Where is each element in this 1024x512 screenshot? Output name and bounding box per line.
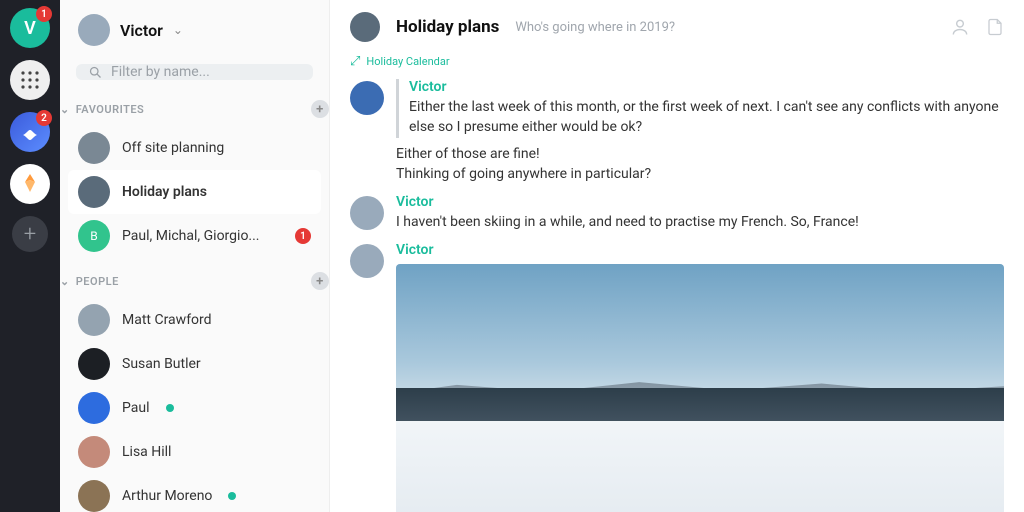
message: Victor I haven't been skiing in a while,…: [350, 194, 1004, 232]
room-title: Holiday plans: [396, 17, 499, 37]
people-header[interactable]: ⌄ PEOPLE +: [60, 266, 329, 298]
badge: 2: [36, 110, 52, 126]
chat-header: Holiday plans Who's going where in 2019?: [330, 0, 1024, 48]
room-item[interactable]: Off site planning: [60, 126, 329, 170]
avatar: [78, 348, 110, 380]
badge: 1: [36, 6, 52, 22]
chevron-down-icon: ⌄: [60, 275, 70, 288]
avatar[interactable]: [350, 196, 384, 230]
search-icon: [88, 65, 103, 80]
reply-quote: Victor Either the last week of this mont…: [396, 79, 1004, 138]
workspace-item[interactable]: 2: [10, 112, 50, 152]
expand-icon: ⤢: [350, 54, 360, 69]
message-text: I haven't been skiing in a while, and ne…: [396, 212, 1004, 232]
person-label: Matt Crawford: [122, 312, 212, 328]
person-item[interactable]: Susan Butler: [60, 342, 329, 386]
avatar: [78, 304, 110, 336]
room-label: Off site planning: [122, 140, 224, 156]
room-label: Holiday plans: [122, 184, 207, 200]
person-label: Paul: [122, 400, 150, 416]
avatar: [78, 132, 110, 164]
message-text: Either the last week of this month, or t…: [409, 97, 1004, 138]
image-attachment[interactable]: [396, 264, 1004, 512]
members-icon[interactable]: [950, 17, 970, 37]
message-text: Thinking of going anywhere in particular…: [396, 164, 1004, 184]
search-field[interactable]: [76, 64, 313, 80]
unread-badge: 1: [295, 228, 311, 244]
room-avatar: [350, 12, 380, 42]
search-input[interactable]: [111, 64, 301, 80]
avatar[interactable]: [350, 81, 384, 115]
presence-dot: [166, 404, 174, 412]
sidebar: Victor ⌄ ⌄ FAVOURITES + Off site plannin…: [60, 0, 330, 512]
message-text: Either of those are fine!: [396, 144, 1004, 164]
account-name: Victor: [120, 21, 163, 40]
files-icon[interactable]: [986, 17, 1004, 37]
account-switcher[interactable]: Victor ⌄: [60, 10, 329, 56]
avatar: [78, 436, 110, 468]
workspace-item[interactable]: [10, 164, 50, 204]
workspace-item[interactable]: V 1: [10, 8, 50, 48]
message-author[interactable]: Victor: [396, 194, 1004, 210]
widget-banner[interactable]: ⤢ Holiday Calendar: [350, 54, 1004, 69]
workspace-nav: V 1 2 +: [0, 0, 60, 512]
room-item[interactable]: Holiday plans: [68, 170, 321, 214]
person-item[interactable]: Paul: [60, 386, 329, 430]
room-topic: Who's going where in 2019?: [515, 20, 675, 35]
add-favourite-button[interactable]: +: [311, 100, 329, 118]
message-author[interactable]: Victor: [409, 79, 1004, 95]
add-person-button[interactable]: +: [311, 272, 329, 290]
message-author[interactable]: Victor: [396, 242, 1004, 258]
workspace-item[interactable]: [10, 60, 50, 100]
add-workspace-button[interactable]: +: [12, 216, 48, 252]
person-label: Susan Butler: [122, 356, 201, 372]
chevron-down-icon: ⌄: [173, 23, 183, 37]
room-label: Paul, Michal, Giorgio...: [122, 228, 260, 244]
avatar: [78, 480, 110, 512]
person-item[interactable]: Lisa Hill: [60, 430, 329, 474]
person-item[interactable]: Arthur Moreno: [60, 474, 329, 512]
message-list: Victor Either the last week of this mont…: [330, 71, 1024, 512]
person-label: Lisa Hill: [122, 444, 171, 460]
person-item[interactable]: Matt Crawford: [60, 298, 329, 342]
favourites-header[interactable]: ⌄ FAVOURITES +: [60, 94, 329, 126]
message: Victor: [350, 242, 1004, 512]
message: Victor Either the last week of this mont…: [350, 79, 1004, 184]
chevron-down-icon: ⌄: [60, 103, 70, 116]
avatar: [78, 14, 110, 46]
avatar: [78, 176, 110, 208]
avatar[interactable]: [350, 244, 384, 278]
room-item[interactable]: B Paul, Michal, Giorgio... 1: [60, 214, 329, 258]
presence-dot: [228, 492, 236, 500]
avatar: B: [78, 220, 110, 252]
person-label: Arthur Moreno: [122, 488, 212, 504]
avatar: [78, 392, 110, 424]
chat-main: Holiday plans Who's going where in 2019?…: [330, 0, 1024, 512]
